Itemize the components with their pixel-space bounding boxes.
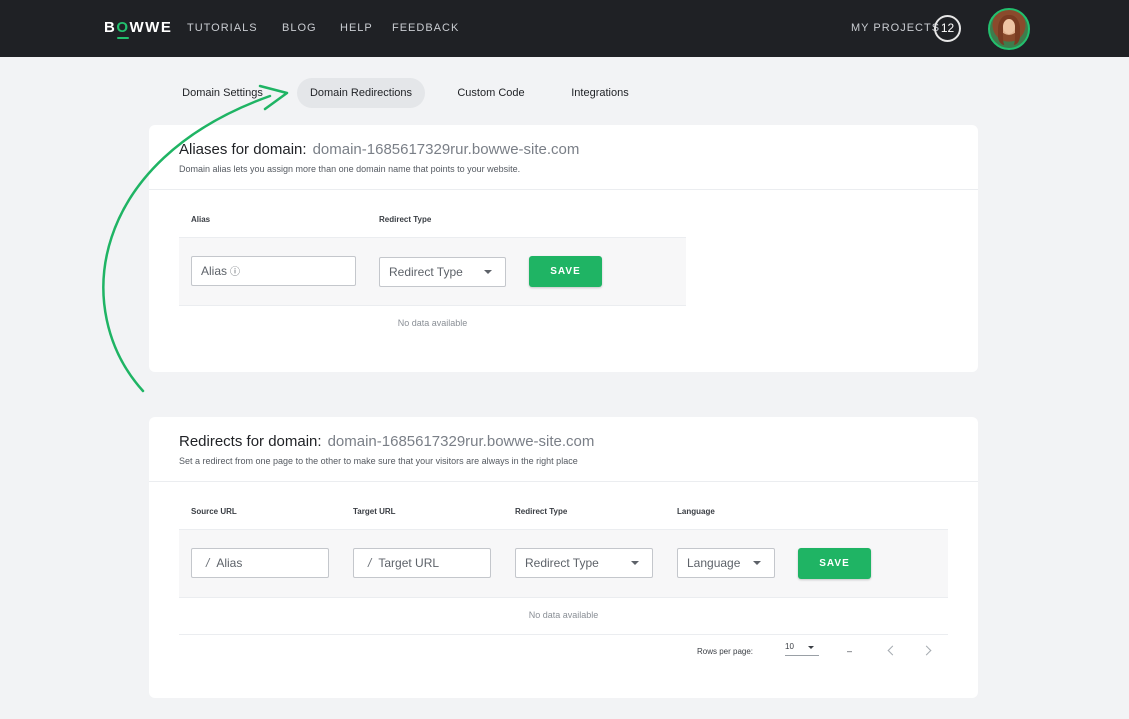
aliases-card: Aliases for domain: domain-1685617329rur.… [149, 125, 978, 372]
redirect-type-select[interactable]: Redirect Type [515, 548, 653, 578]
redirects-card: Redirects for domain: domain-1685617329ru… [149, 417, 978, 698]
info-icon[interactable]: ⓘ [230, 267, 240, 278]
alias-input[interactable]: Alias ⓘ [191, 256, 356, 286]
col-header-redirect-type: Redirect Type [515, 507, 568, 516]
language-select[interactable]: Language [677, 548, 775, 578]
tab-custom-code[interactable]: Custom Code [446, 78, 536, 108]
chevron-down-icon [753, 561, 761, 565]
chevron-down-icon [631, 561, 639, 565]
tab-domain-settings[interactable]: Domain Settings [170, 78, 275, 108]
nav-tutorials-link[interactable]: TUTORIALS [187, 22, 258, 34]
aliases-divider [149, 189, 978, 190]
table-footer-divider [179, 634, 948, 635]
alias-save-button[interactable]: SAVE [529, 256, 602, 287]
redirects-divider [149, 481, 978, 482]
aliases-title: Aliases for domain: domain-1685617329rur.… [179, 141, 580, 158]
previous-page-icon[interactable] [887, 645, 898, 656]
col-header-alias: Alias [191, 215, 211, 224]
chevron-down-icon [484, 270, 492, 274]
next-page-icon[interactable] [921, 645, 932, 656]
top-navigation-bar: BOWWE TUTORIALS BLOG HELP FEEDBACK MY PR… [0, 0, 1129, 57]
redirects-title: Redirects for domain: domain-1685617329ru… [179, 433, 595, 450]
avatar-face [1003, 19, 1015, 34]
tab-domain-redirections[interactable]: Domain Redirections [297, 78, 425, 108]
target-url-input[interactable]: / Target URL [353, 548, 491, 578]
tab-integrations[interactable]: Integrations [559, 78, 641, 108]
aliases-domain-name: domain-1685617329rur.bowwe-site.com [312, 141, 580, 158]
project-count-badge[interactable]: 12 [934, 15, 961, 42]
user-avatar[interactable] [988, 8, 1030, 50]
nav-blog-link[interactable]: BLOG [282, 22, 317, 34]
col-header-language: Language [677, 507, 715, 516]
rows-per-page-select[interactable]: 10 [785, 642, 819, 656]
redirect-save-button[interactable]: SAVE [798, 548, 871, 579]
page-range-text: – [847, 646, 853, 656]
rows-per-page-label: Rows per page: [697, 647, 754, 656]
nav-help-link[interactable]: HELP [340, 22, 373, 34]
chevron-down-icon [808, 646, 814, 649]
redirects-subtitle: Set a redirect from one page to the othe… [179, 456, 578, 466]
alias-redirect-type-select[interactable]: Redirect Type [379, 257, 506, 287]
aliases-no-data: No data available [397, 318, 468, 328]
col-header-target-url: Target URL [353, 507, 396, 516]
redirects-domain-name: domain-1685617329rur.bowwe-site.com [327, 433, 595, 450]
redirects-no-data: No data available [528, 610, 599, 620]
source-url-input[interactable]: / Alias [191, 548, 329, 578]
my-projects-link[interactable]: MY PROJECTS [851, 22, 940, 34]
aliases-subtitle: Domain alias lets you assign more than o… [179, 164, 521, 174]
col-header-source-url: Source URL [191, 507, 237, 516]
nav-feedback-link[interactable]: FEEDBACK [392, 22, 459, 34]
col-header-redirect-type: Redirect Type [379, 215, 432, 224]
bowwe-logo[interactable]: BOWWE [104, 19, 172, 39]
